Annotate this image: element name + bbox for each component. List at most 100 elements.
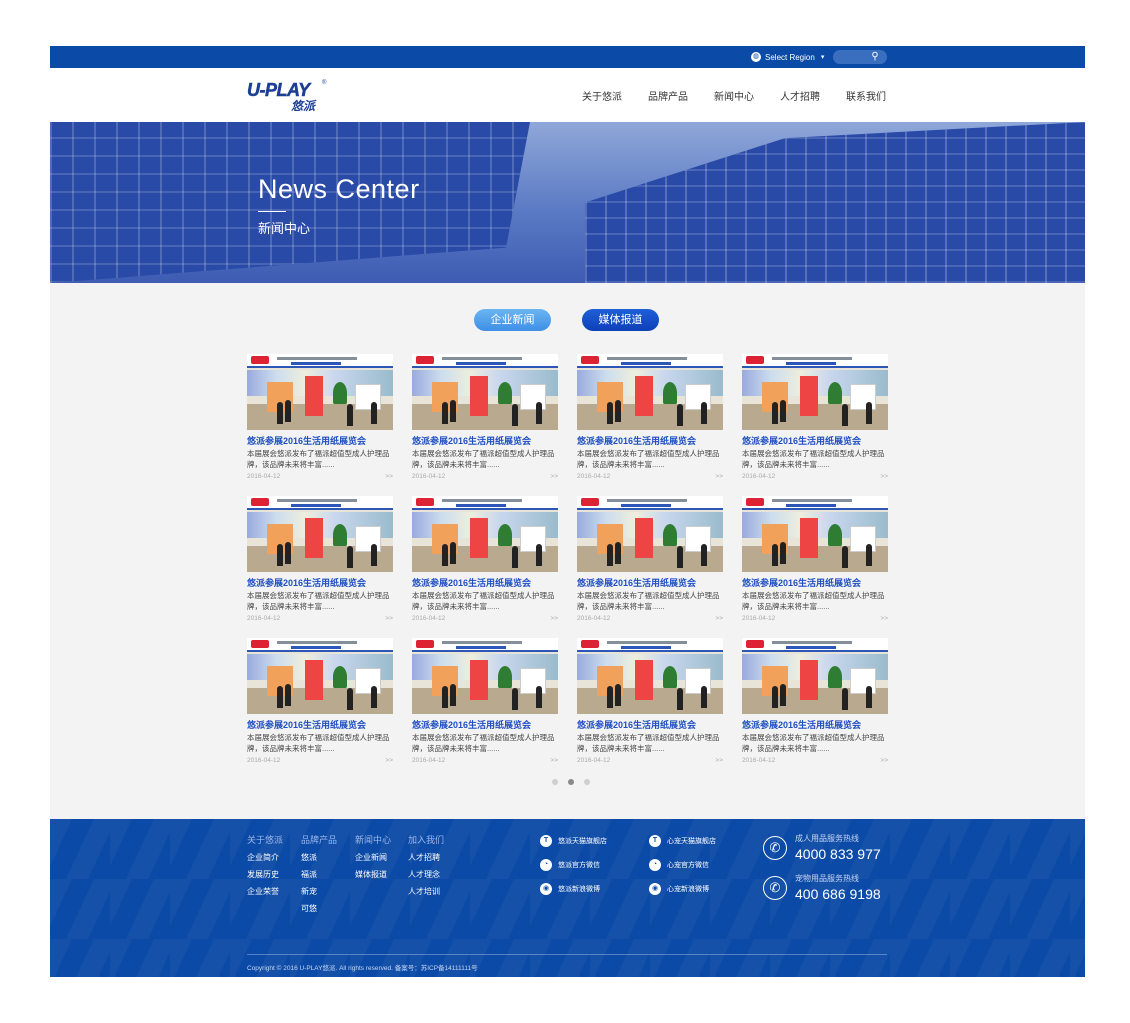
news-card[interactable]: 悠派参展2016生活用纸展览会 本届展会悠派发布了福派超值型成人护理品牌，该品牌未… xyxy=(577,638,723,780)
nav-about[interactable]: 关于悠派 xyxy=(582,88,622,103)
building-right-image xyxy=(585,122,1085,283)
logo[interactable]: U-PLAY 悠派 ® xyxy=(247,80,329,113)
footer-link[interactable]: 企业简介 xyxy=(247,852,283,863)
news-title[interactable]: 悠派参展2016生活用纸展览会 xyxy=(247,435,393,447)
read-more-link[interactable]: >> xyxy=(550,757,558,764)
news-title[interactable]: 悠派参展2016生活用纸展览会 xyxy=(577,435,723,447)
news-thumbnail[interactable] xyxy=(577,496,723,572)
social-link[interactable]: ◉ 悠派新浪微博 xyxy=(540,883,607,895)
read-more-link[interactable]: >> xyxy=(715,615,723,622)
news-thumbnail[interactable] xyxy=(247,354,393,430)
news-title[interactable]: 悠派参展2016生活用纸展览会 xyxy=(577,577,723,589)
hotline-number[interactable]: 4000 833 977 xyxy=(795,846,881,862)
news-thumbnail[interactable] xyxy=(742,496,888,572)
banner-subtitle: 新闻中心 xyxy=(258,221,311,236)
news-title[interactable]: 悠派参展2016生活用纸展览会 xyxy=(577,719,723,731)
footer-col-head[interactable]: 加入我们 xyxy=(408,833,444,846)
news-date: 2016-04-12 xyxy=(742,757,776,764)
social-label: 心宠天猫旗舰店 xyxy=(667,838,716,845)
nav-products[interactable]: 品牌产品 xyxy=(648,88,688,103)
footer: 关于悠派 企业简介 发展历史 企业荣誉 品牌产品 悠派 福派 新宠 可悠 新闻中… xyxy=(50,819,1085,977)
news-card[interactable]: 悠派参展2016生活用纸展览会本届展会悠派发布了福派超值型成人护理品牌，该品牌未… xyxy=(742,354,888,496)
footer-col-head[interactable]: 新闻中心 xyxy=(355,833,391,846)
news-thumbnail[interactable] xyxy=(742,354,888,430)
news-title[interactable]: 悠派参展2016生活用纸展览会 xyxy=(412,719,558,731)
hotline-adult: ✆ 成人用品服务热线 4000 833 977 xyxy=(763,833,881,862)
news-thumbnail[interactable] xyxy=(742,638,888,714)
footer-link[interactable]: 人才招聘 xyxy=(408,852,444,863)
social-link[interactable]: ◔ 悠派官方微信 xyxy=(540,859,607,871)
news-title[interactable]: 悠派参展2016生活用纸展览会 xyxy=(742,435,888,447)
read-more-link[interactable]: >> xyxy=(385,473,393,480)
news-card[interactable]: 悠派参展2016生活用纸展览会 本届展会悠派发布了福派超值型成人护理品牌，该品牌未… xyxy=(577,496,723,638)
footer-link[interactable]: 人才理念 xyxy=(408,869,444,880)
news-card[interactable]: 悠派参展2016生活用纸展览会 本届展会悠派发布了福派超值型成人护理品牌，该品牌未… xyxy=(742,638,888,780)
footer-link[interactable]: 新宠 xyxy=(301,886,337,897)
hotline-number[interactable]: 400 686 9198 xyxy=(795,886,881,902)
nav-careers[interactable]: 人才招聘 xyxy=(780,88,820,103)
read-more-link[interactable]: >> xyxy=(550,615,558,622)
news-card[interactable]: 悠派参展2016生活用纸展览会 本届展会悠派发布了福派超值型成人护理品牌，该品牌未… xyxy=(247,354,393,496)
footer-col-head[interactable]: 关于悠派 xyxy=(247,833,283,846)
news-card[interactable]: 悠派参展2016生活用纸展览会 本届展会悠派发布了福派超值型成人护理品牌，该品牌未… xyxy=(412,638,558,780)
news-title[interactable]: 悠派参展2016生活用纸展览会 xyxy=(742,577,888,589)
weibo-icon: ◉ xyxy=(540,883,552,895)
read-more-link[interactable]: >> xyxy=(385,615,393,622)
logo-registered-mark: ® xyxy=(322,80,327,86)
footer-link[interactable]: 发展历史 xyxy=(247,869,283,880)
news-card[interactable]: 悠派参展2016生活用纸展览会 本届展会悠派发布了福派超值型成人护理品牌，该品牌未… xyxy=(742,496,888,638)
news-title[interactable]: 悠派参展2016生活用纸展览会 xyxy=(412,577,558,589)
news-meta: 2016-04-12 >> xyxy=(577,473,723,480)
news-title[interactable]: 悠派参展2016生活用纸展览会 xyxy=(412,435,558,447)
news-card[interactable]: 悠派参展2016生活用纸展览会 本届展会悠派发布了福派超值型成人护理品牌，该品牌未… xyxy=(247,496,393,638)
footer-link[interactable]: 企业荣誉 xyxy=(247,886,283,897)
pagination-dot-1[interactable] xyxy=(552,779,558,785)
news-card[interactable]: 悠派参展2016生活用纸展览会 本届展会悠派发布了福派超值型成人护理品牌，该品牌未… xyxy=(577,354,723,496)
news-title[interactable]: 悠派参展2016生活用纸展览会 xyxy=(247,577,393,589)
footer-link[interactable]: 人才培训 xyxy=(408,886,444,897)
search-input[interactable]: ⚲ xyxy=(833,50,887,64)
news-thumbnail[interactable] xyxy=(412,354,558,430)
social-link[interactable]: ◔ 心宠官方微信 xyxy=(649,859,716,871)
footer-link[interactable]: 悠派 xyxy=(301,852,337,863)
read-more-link[interactable]: >> xyxy=(550,473,558,480)
read-more-link[interactable]: >> xyxy=(880,473,888,480)
news-card[interactable]: 悠派参展2016生活用纸展览会 本届展会悠派发布了福派超值型成人护理品牌，该品牌未… xyxy=(247,638,393,780)
news-date: 2016-04-12 xyxy=(412,615,446,622)
read-more-link[interactable]: >> xyxy=(715,473,723,480)
news-summary: 本届展会悠派发布了福派超值型成人护理品牌，该品牌未来将丰富...... xyxy=(742,449,885,469)
news-card[interactable]: 悠派参展2016生活用纸展览会 本届展会悠派发布了福派超值型成人护理品牌，该品牌未… xyxy=(412,496,558,638)
footer-link[interactable]: 媒体报道 xyxy=(355,869,391,880)
footer-link[interactable]: 企业新闻 xyxy=(355,852,391,863)
social-link[interactable]: ◉ 心宠新浪微博 xyxy=(649,883,716,895)
news-thumbnail[interactable] xyxy=(247,638,393,714)
read-more-link[interactable]: >> xyxy=(715,757,723,764)
pagination-dot-3[interactable] xyxy=(584,779,590,785)
news-thumbnail[interactable] xyxy=(412,496,558,572)
footer-col-join: 加入我们 人才招聘 人才理念 人才培训 xyxy=(408,833,444,897)
news-title[interactable]: 悠派参展2016生活用纸展览会 xyxy=(247,719,393,731)
nav-contact[interactable]: 联系我们 xyxy=(846,88,886,103)
news-thumbnail[interactable] xyxy=(577,354,723,430)
news-thumbnail[interactable] xyxy=(412,638,558,714)
pagination-dot-2[interactable] xyxy=(568,779,574,785)
social-link[interactable]: T 心宠天猫旗舰店 xyxy=(649,835,716,847)
search-icon[interactable]: ⚲ xyxy=(869,50,881,64)
news-title[interactable]: 悠派参展2016生活用纸展览会 xyxy=(742,719,888,731)
news-card[interactable]: 悠派参展2016生活用纸展览会 本届展会悠派发布了福派超值型成人护理品牌，该品牌未… xyxy=(412,354,558,496)
nav-news[interactable]: 新闻中心 xyxy=(714,88,754,103)
news-thumbnail[interactable] xyxy=(577,638,723,714)
tab-company-news[interactable]: 企业新闻 xyxy=(474,309,551,331)
footer-link[interactable]: 福派 xyxy=(301,869,337,880)
news-date: 2016-04-12 xyxy=(577,615,611,622)
news-meta: 2016-04-12 >> xyxy=(742,615,888,622)
news-thumbnail[interactable] xyxy=(247,496,393,572)
tab-media-reports[interactable]: 媒体报道 xyxy=(582,309,659,331)
read-more-link[interactable]: >> xyxy=(880,615,888,622)
read-more-link[interactable]: >> xyxy=(385,757,393,764)
read-more-link[interactable]: >> xyxy=(880,757,888,764)
footer-col-head[interactable]: 品牌产品 xyxy=(301,833,337,846)
social-link[interactable]: T 悠派天猫旗舰店 xyxy=(540,835,607,847)
region-selector[interactable]: ◍ Select Region ▾ xyxy=(751,50,824,64)
footer-link[interactable]: 可悠 xyxy=(301,903,337,914)
